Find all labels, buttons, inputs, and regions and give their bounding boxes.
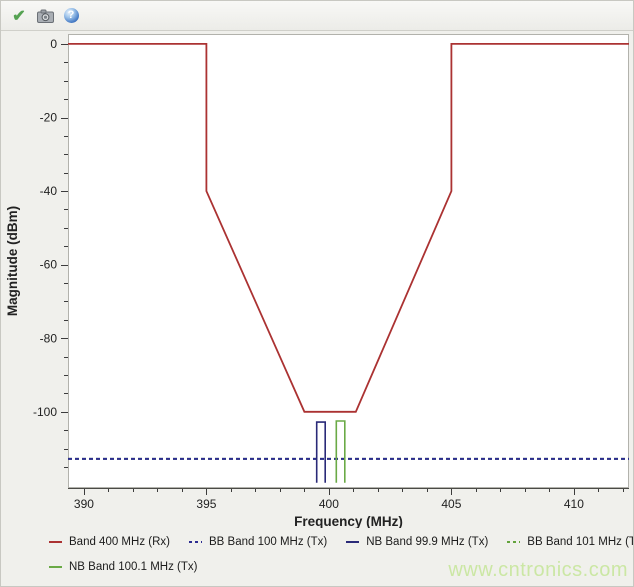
chart-canvas: 390 395 400 405 410 0 -20 -40 -60 -80 -100 Frequenc…	[1, 1, 634, 528]
legend-label: Band 400 MHz (Rx)	[69, 536, 170, 548]
y-tick-label: -60	[40, 258, 58, 272]
y-tick-label: 0	[50, 37, 57, 51]
legend-row: Band 400 MHz (Rx) BB Band 100 MHz (Tx) NB …	[49, 529, 634, 554]
legend-label: NB Band 100.1 MHz (Tx)	[69, 561, 197, 573]
x-tick-label: 400	[319, 497, 339, 511]
x-tick-label: 390	[74, 497, 94, 511]
plot-area	[69, 35, 629, 488]
legend-item-band-400-mhz-rx[interactable]: Band 400 MHz (Rx)	[49, 536, 170, 548]
legend-item-bb-band-101-mhz-tx[interactable]: BB Band 101 MHz (Tx)	[507, 536, 634, 548]
y-axis-title: Magnitude (dBm)	[5, 206, 20, 316]
y-tick-label: -20	[40, 111, 58, 125]
legend-swatch-dashed	[189, 541, 202, 543]
legend-label: NB Band 99.9 MHz (Tx)	[366, 536, 488, 548]
x-tick-label: 410	[564, 497, 584, 511]
x-tick-label: 405	[441, 497, 461, 511]
legend-swatch-dashed	[507, 541, 520, 543]
legend-item-bb-band-100-mhz-tx[interactable]: BB Band 100 MHz (Tx)	[189, 536, 327, 548]
legend-swatch-solid	[49, 541, 62, 543]
legend-label: BB Band 100 MHz (Tx)	[209, 536, 327, 548]
x-axis-ticks	[85, 488, 624, 495]
y-tick-label: -100	[33, 405, 57, 419]
x-axis-title: Frequency (MHz)	[294, 514, 403, 528]
watermark: www.cntronics.com	[448, 559, 628, 582]
y-tick-label: -40	[40, 184, 58, 198]
legend-swatch-solid	[346, 541, 359, 543]
y-axis-ticks	[61, 45, 68, 468]
legend-item-nb-band-100-1-mhz-tx[interactable]: NB Band 100.1 MHz (Tx)	[49, 561, 197, 573]
legend-swatch-solid	[49, 566, 62, 568]
legend-item-nb-band-99-9-mhz-tx[interactable]: NB Band 99.9 MHz (Tx)	[346, 536, 488, 548]
legend-label: BB Band 101 MHz (Tx)	[527, 536, 634, 548]
y-tick-label: -80	[40, 331, 58, 345]
application-window: ✔ ? 3903954004054100-20-40-60-80-100Freq…	[0, 0, 634, 587]
x-tick-label: 395	[196, 497, 216, 511]
